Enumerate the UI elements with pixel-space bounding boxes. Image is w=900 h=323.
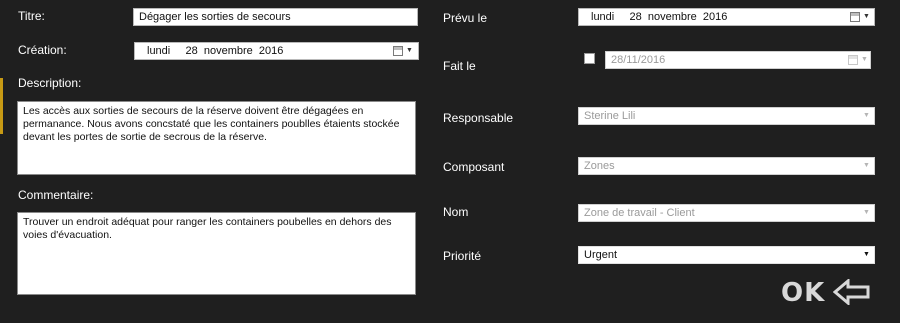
creation-label: Création: xyxy=(18,43,67,57)
chevron-down-icon: ▼ xyxy=(863,162,870,169)
priorite-select[interactable]: Urgent ▼ xyxy=(578,246,875,264)
prevu-date-picker[interactable]: lundi 28 novembre 2016 ▼ xyxy=(578,8,875,26)
fait-date-value: 28/11/2016 xyxy=(611,54,666,66)
ok-label: OK xyxy=(781,278,826,308)
nom-value: Zone de travail - Client xyxy=(584,207,695,219)
titre-label: Titre: xyxy=(18,9,45,23)
fait-label: Fait le xyxy=(443,59,476,73)
arrow-left-icon xyxy=(832,277,871,308)
commentaire-value: Trouver un endroit adéquat pour ranger l… xyxy=(23,216,392,241)
creation-date-picker[interactable]: lundi 28 novembre 2016 ▼ xyxy=(134,42,419,60)
responsable-label: Responsable xyxy=(443,111,514,125)
description-textarea[interactable]: Les accès aux sorties de secours de la r… xyxy=(17,101,416,175)
commentaire-label: Commentaire: xyxy=(18,188,94,202)
creation-date-value: lundi 28 novembre 2016 xyxy=(147,45,284,57)
prevu-label: Prévu le xyxy=(443,11,488,25)
composant-label: Composant xyxy=(443,160,505,174)
chevron-down-icon: ▼ xyxy=(863,112,870,119)
chevron-down-icon[interactable]: ▼ xyxy=(863,9,870,25)
responsable-value: Sterine Lili xyxy=(584,110,636,122)
priorite-label: Priorité xyxy=(443,249,482,263)
chevron-down-icon[interactable]: ▼ xyxy=(406,43,413,59)
calendar-icon[interactable] xyxy=(850,12,860,22)
prevu-date-value: lundi 28 novembre 2016 xyxy=(591,11,728,23)
description-value: Les accès aux sorties de secours de la r… xyxy=(23,105,400,143)
chevron-down-icon[interactable]: ▼ xyxy=(863,247,870,263)
calendar-icon xyxy=(848,55,858,65)
ok-button[interactable]: OK xyxy=(781,277,871,308)
titre-input[interactable]: Dégager les sorties de secours xyxy=(133,8,418,26)
nom-label: Nom xyxy=(443,205,469,219)
nom-select[interactable]: Zone de travail - Client ▼ xyxy=(578,204,875,222)
priorite-value: Urgent xyxy=(584,249,618,261)
fait-date-picker[interactable]: 28/11/2016 ▼ xyxy=(605,51,871,69)
responsable-select[interactable]: Sterine Lili ▼ xyxy=(578,107,875,125)
composant-select[interactable]: Zones ▼ xyxy=(578,157,875,175)
commentaire-textarea[interactable]: Trouver un endroit adéquat pour ranger l… xyxy=(17,212,416,295)
titre-value: Dégager les sorties de secours xyxy=(139,11,291,23)
fait-checkbox[interactable] xyxy=(584,53,595,64)
description-label: Description: xyxy=(18,76,82,90)
chevron-down-icon: ▼ xyxy=(863,209,870,216)
composant-value: Zones xyxy=(584,160,615,172)
calendar-icon[interactable] xyxy=(393,46,403,56)
left-accent-strip xyxy=(0,78,3,134)
chevron-down-icon: ▼ xyxy=(861,56,868,63)
